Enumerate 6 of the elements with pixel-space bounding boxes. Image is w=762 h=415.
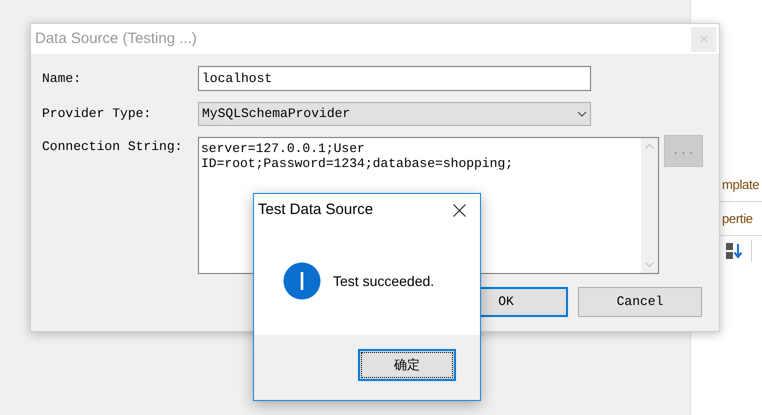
- field-label: Connection String:: [42, 138, 184, 156]
- message-title: Test Data Source: [258, 200, 374, 220]
- field-label: Name:: [42, 70, 82, 88]
- message-text: Test succeeded.: [333, 272, 434, 290]
- window-title: Data Source (Testing ...): [35, 28, 197, 49]
- field-label: Provider Type:: [42, 105, 152, 124]
